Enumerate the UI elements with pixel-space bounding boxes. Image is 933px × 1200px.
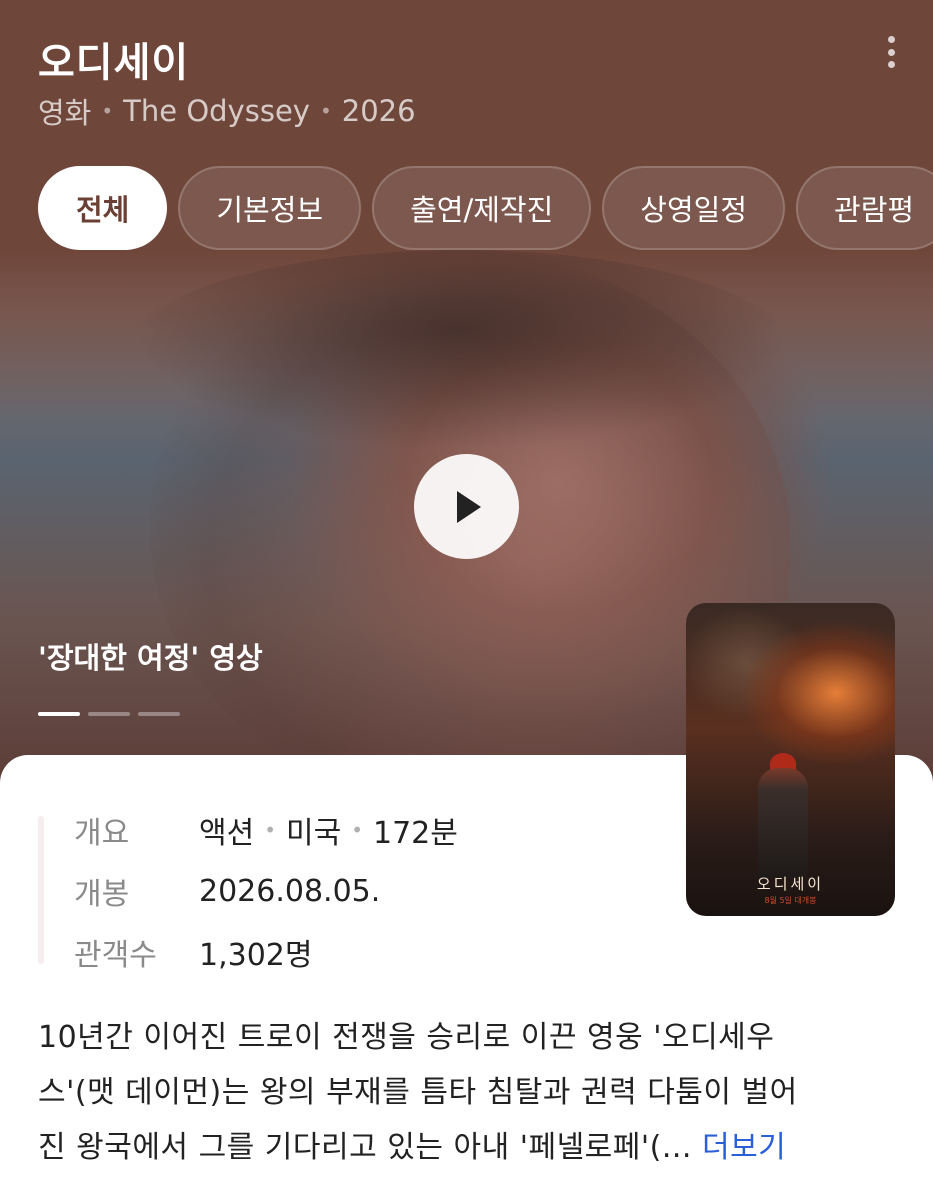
synopsis-line-last: 진 왕국에서 그를 기다리고 있는 아내 '페넬로페'(... 더보기 — [38, 1120, 898, 1175]
tab-schedule[interactable]: 상영일정 — [602, 166, 786, 250]
separator-dot: • — [351, 818, 363, 842]
synopsis-text: 진 왕국에서 그를 기다리고 있는 아내 '페넬로페'(... — [38, 1130, 692, 1165]
year-text: 2026 — [341, 94, 416, 128]
more-link[interactable]: 더보기 — [702, 1130, 786, 1165]
movie-poster[interactable]: 오디세이 8월 5일 대개봉 — [686, 603, 895, 916]
tab-all[interactable]: 전체 — [38, 166, 168, 250]
category-text: 영화 — [38, 96, 92, 130]
info-row-audience: 관객수 1,302명 — [74, 930, 312, 974]
tab-cast-crew[interactable]: 출연/제작진 — [372, 166, 592, 250]
poster-warrior-figure — [758, 768, 808, 878]
info-row-overview: 개요 액션 • 미국 • 172분 — [74, 808, 458, 852]
tab-reviews[interactable]: 관람평 — [796, 166, 933, 250]
synopsis-line: 10년간 이어진 트로이 전쟁을 승리로 이끈 영웅 '오디세우 — [38, 1020, 775, 1055]
tab-basic-info[interactable]: 기본정보 — [178, 166, 362, 250]
hero-video-shade — [130, 250, 790, 450]
release-date: 2026.08.05. — [199, 873, 381, 909]
genre-text: 액션 — [199, 816, 255, 851]
release-label: 개봉 — [74, 877, 130, 912]
slide-indicator[interactable] — [38, 712, 80, 716]
audience-label: 관객수 — [74, 938, 157, 973]
separator-dot: • — [319, 99, 332, 123]
play-icon — [456, 490, 481, 523]
synopsis: 10년간 이어진 트로이 전쟁을 승리로 이끈 영웅 '오디세우 스'(맷 데이… — [38, 1010, 898, 1175]
overview-label: 개요 — [74, 816, 130, 851]
overview-value: 액션 • 미국 • 172분 — [199, 808, 458, 852]
slide-indicators — [38, 712, 180, 716]
synopsis-line: 스'(맷 데이먼)는 왕의 부재를 틈타 침탈과 권력 다툼이 벌어 — [38, 1075, 798, 1110]
slide-indicator[interactable] — [88, 712, 130, 716]
audience-count: 1,302명 — [199, 938, 313, 973]
poster-title: 오디세이 — [756, 875, 825, 893]
video-caption: '장대한 여정' 영상 — [38, 641, 263, 675]
more-options-icon[interactable] — [876, 32, 906, 72]
runtime-text: 172분 — [373, 816, 458, 851]
movie-meta: 영화 • The Odyssey • 2026 — [38, 90, 416, 132]
separator-dot: • — [264, 818, 276, 842]
tab-bar: 전체 기본정보 출연/제작진 상영일정 관람평 — [38, 166, 933, 250]
poster-date: 8월 5일 대개봉 — [764, 896, 817, 905]
info-accent-bar — [38, 816, 44, 964]
slide-indicator[interactable] — [138, 712, 180, 716]
english-title-text: The Odyssey — [123, 94, 310, 128]
country-text: 미국 — [286, 816, 342, 851]
play-button[interactable] — [414, 454, 519, 559]
info-row-release: 개봉 2026.08.05. — [74, 869, 380, 913]
separator-dot: • — [101, 99, 114, 123]
page-title: 오디세이 — [38, 40, 190, 86]
